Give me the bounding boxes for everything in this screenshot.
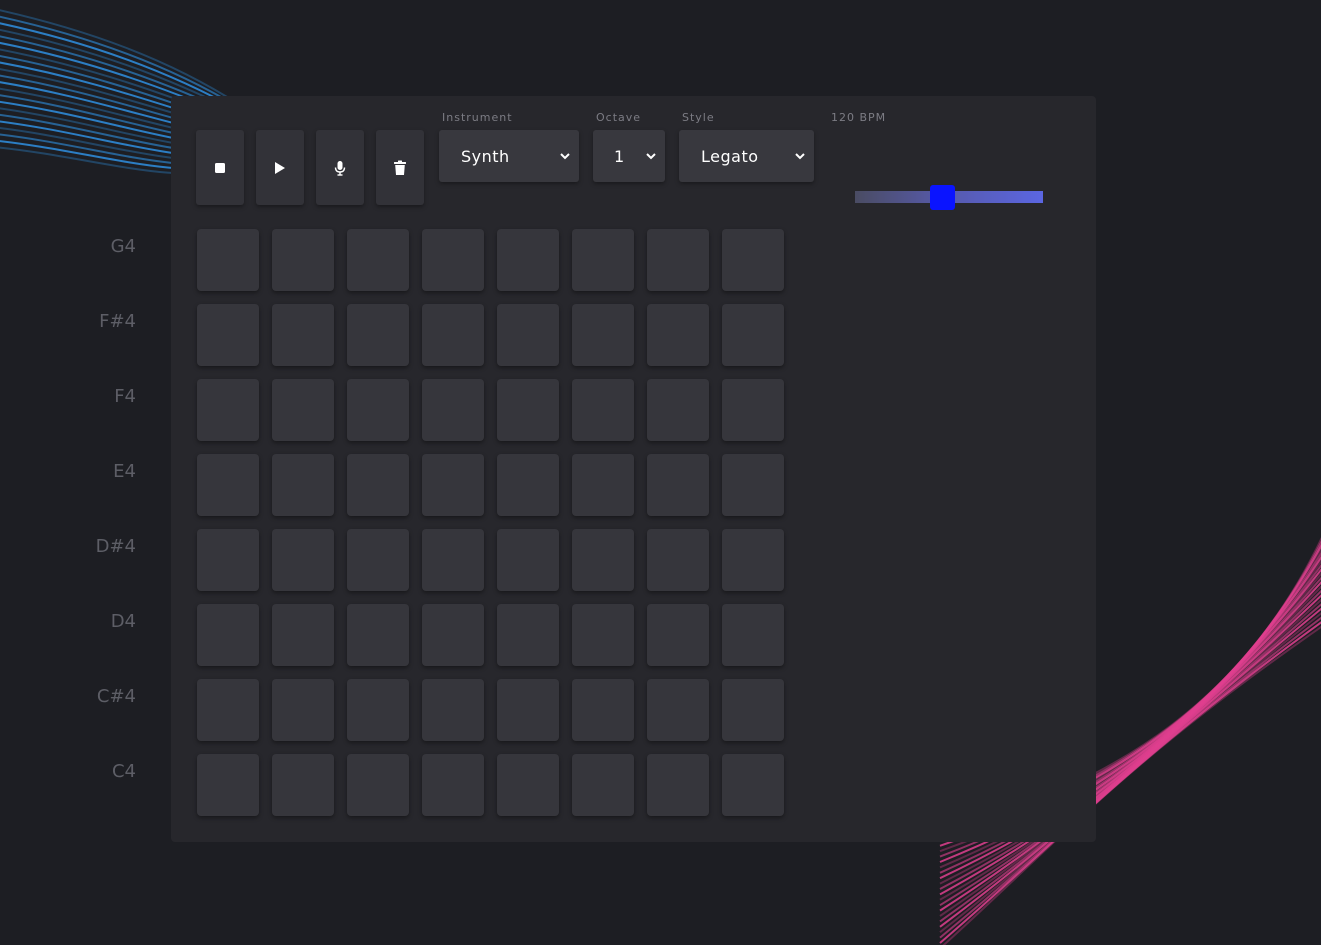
step-pad[interactable] [197,304,259,366]
tempo-slider-thumb[interactable] [930,185,955,210]
wave-line [0,9,241,106]
step-pad[interactable] [572,754,634,816]
step-pad[interactable] [197,529,259,591]
step-pad[interactable] [572,379,634,441]
play-icon [275,161,285,174]
step-pad[interactable] [197,379,259,441]
step-pad[interactable] [272,454,334,516]
note-label: D4 [110,611,136,632]
step-pad[interactable] [722,454,784,516]
chevron-down-icon [646,153,656,160]
step-pad[interactable] [722,229,784,291]
step-pad[interactable] [497,379,559,441]
trash-icon [394,160,406,175]
step-pad[interactable] [647,754,709,816]
step-pad[interactable] [647,604,709,666]
step-pad[interactable] [272,229,334,291]
step-pad[interactable] [347,754,409,816]
step-pad[interactable] [197,679,259,741]
tempo-label: 120 BPM [831,111,887,124]
step-pad[interactable] [272,754,334,816]
instrument-value: Synth [461,146,510,166]
step-pad[interactable] [497,604,559,666]
stop-icon [215,162,225,173]
step-pad[interactable] [272,379,334,441]
step-pad[interactable] [422,379,484,441]
microphone-icon [334,160,346,176]
note-label: C4 [111,761,136,782]
note-label: E4 [113,461,136,482]
step-pad[interactable] [422,604,484,666]
instrument-label: Instrument [442,111,513,124]
step-pad[interactable] [347,304,409,366]
step-pad[interactable] [722,754,784,816]
style-value: Legato [701,146,759,166]
note-label: F#4 [99,311,136,332]
step-pad[interactable] [572,454,634,516]
step-pad[interactable] [422,529,484,591]
step-pad[interactable] [647,304,709,366]
note-label: D#4 [95,536,136,557]
step-pad[interactable] [722,304,784,366]
step-pad[interactable] [197,754,259,816]
step-pad[interactable] [572,679,634,741]
step-pad[interactable] [497,754,559,816]
style-label: Style [682,111,715,124]
step-pad[interactable] [572,604,634,666]
record-button[interactable] [316,130,364,205]
step-pad[interactable] [497,529,559,591]
step-pad[interactable] [722,604,784,666]
step-pad[interactable] [647,454,709,516]
step-pad[interactable] [647,679,709,741]
step-pad[interactable] [497,229,559,291]
octave-value: 1 [614,146,625,166]
step-pad[interactable] [572,229,634,291]
step-pad[interactable] [422,754,484,816]
instrument-select[interactable]: Synth [439,130,579,182]
play-button[interactable] [256,130,304,205]
step-pad[interactable] [347,529,409,591]
step-pad[interactable] [497,304,559,366]
step-pad[interactable] [572,304,634,366]
step-pad[interactable] [422,304,484,366]
stop-button[interactable] [196,130,244,205]
clear-button[interactable] [376,130,424,205]
step-pad[interactable] [422,679,484,741]
note-label: G4 [110,236,136,257]
chevron-down-icon [795,153,805,160]
step-pad[interactable] [272,604,334,666]
step-pad[interactable] [272,679,334,741]
step-pad[interactable] [347,379,409,441]
step-pad[interactable] [272,304,334,366]
step-pad[interactable] [722,529,784,591]
step-pad[interactable] [347,679,409,741]
step-pad[interactable] [422,229,484,291]
step-pad[interactable] [722,679,784,741]
step-pad[interactable] [347,604,409,666]
step-pad[interactable] [497,454,559,516]
step-pad[interactable] [497,679,559,741]
step-pad[interactable] [197,454,259,516]
style-select[interactable]: Legato [679,130,814,182]
step-pad[interactable] [647,229,709,291]
step-pad[interactable] [647,379,709,441]
step-pad[interactable] [272,529,334,591]
step-pad[interactable] [347,229,409,291]
step-pad[interactable] [422,454,484,516]
wave-line [0,15,241,109]
step-pad[interactable] [647,529,709,591]
chevron-down-icon [560,153,570,160]
octave-label: Octave [596,111,642,124]
octave-select[interactable]: 1 [593,130,665,182]
step-pad[interactable] [347,454,409,516]
step-pad[interactable] [722,379,784,441]
step-pad[interactable] [197,604,259,666]
note-label: F4 [114,386,136,407]
step-pad[interactable] [197,229,259,291]
step-pad[interactable] [572,529,634,591]
note-label: C#4 [96,686,136,707]
